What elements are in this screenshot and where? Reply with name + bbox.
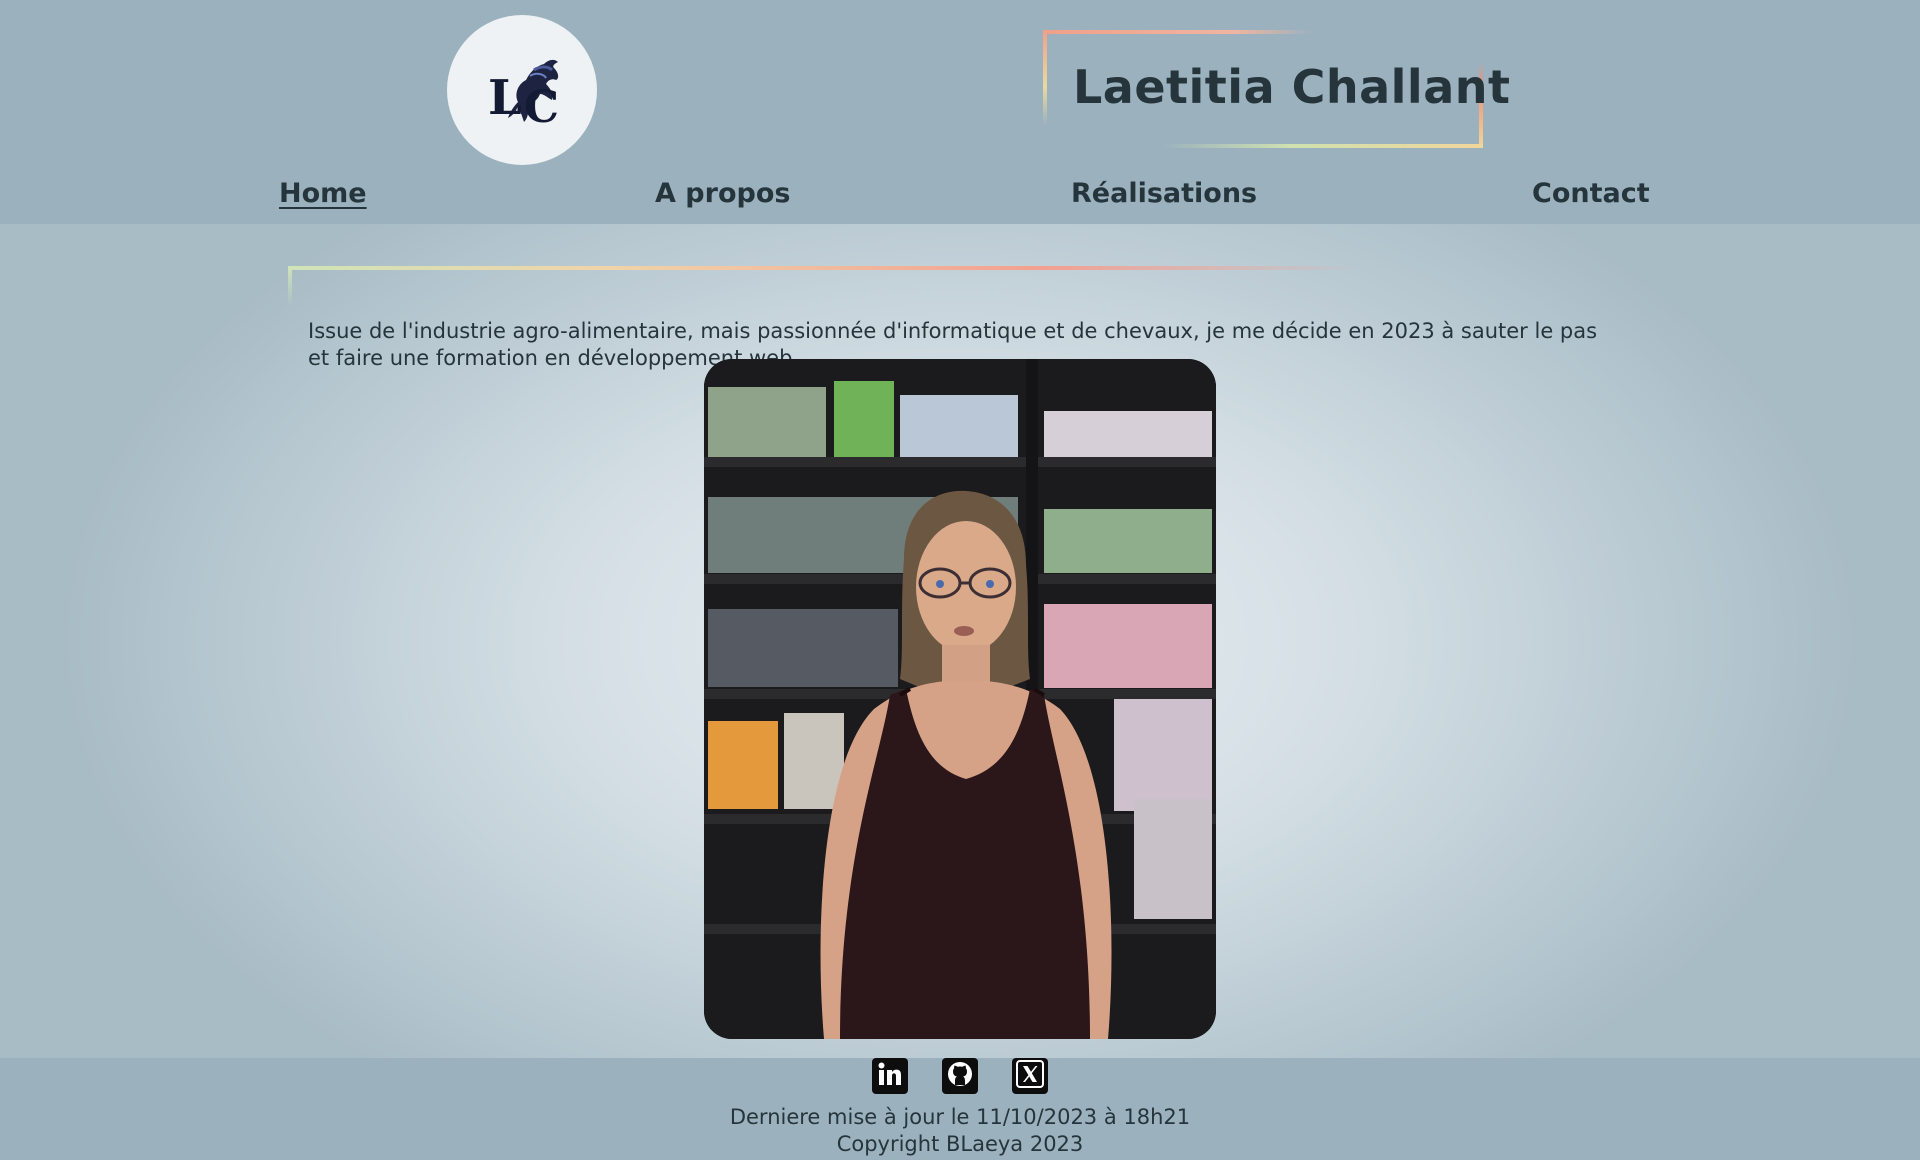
logo-letter-c: C [524, 82, 559, 130]
horse-logo-icon: L C [488, 59, 559, 130]
site-title: Laetitia Challant [1073, 60, 1511, 114]
nav-item-a-propos[interactable]: A propos [655, 178, 790, 209]
linkedin-icon [876, 1060, 904, 1093]
profile-photo [704, 359, 1216, 1039]
logo-letter-l: L [488, 70, 522, 126]
frame-edge-bottom [1163, 144, 1483, 148]
site-footer: Derniere mise à jour le 11/10/2023 à 18h… [0, 1058, 1920, 1160]
site-logo[interactable]: L C [447, 15, 597, 165]
nav-item-home[interactable]: Home [279, 178, 367, 209]
intro-accent-bar [288, 266, 1368, 270]
copyright-text: Copyright BLaeya 2023 [836, 1132, 1084, 1156]
site-header: L C Laetitia Challant Home A propos Réal… [0, 0, 1920, 224]
linkedin-link[interactable] [872, 1058, 908, 1094]
frame-edge-top [1043, 30, 1313, 34]
portrait-photo-icon [704, 359, 1216, 1039]
github-link[interactable] [942, 1058, 978, 1094]
frame-edge-left [1043, 30, 1047, 125]
x-icon [1016, 1059, 1044, 1093]
github-icon [946, 1060, 974, 1093]
nav-item-realisations[interactable]: Réalisations [1071, 178, 1257, 209]
main-content: Issue de l'industrie agro-alimentaire, m… [0, 224, 1920, 1058]
nav-item-contact[interactable]: Contact [1532, 178, 1650, 209]
intro-accent-left [288, 266, 292, 306]
site-title-frame: Laetitia Challant [1043, 30, 1510, 148]
x-link[interactable] [1012, 1058, 1048, 1094]
last-update-text: Derniere mise à jour le 11/10/2023 à 18h… [729, 1105, 1191, 1129]
main-nav: Home A propos Réalisations Contact [0, 178, 1920, 224]
